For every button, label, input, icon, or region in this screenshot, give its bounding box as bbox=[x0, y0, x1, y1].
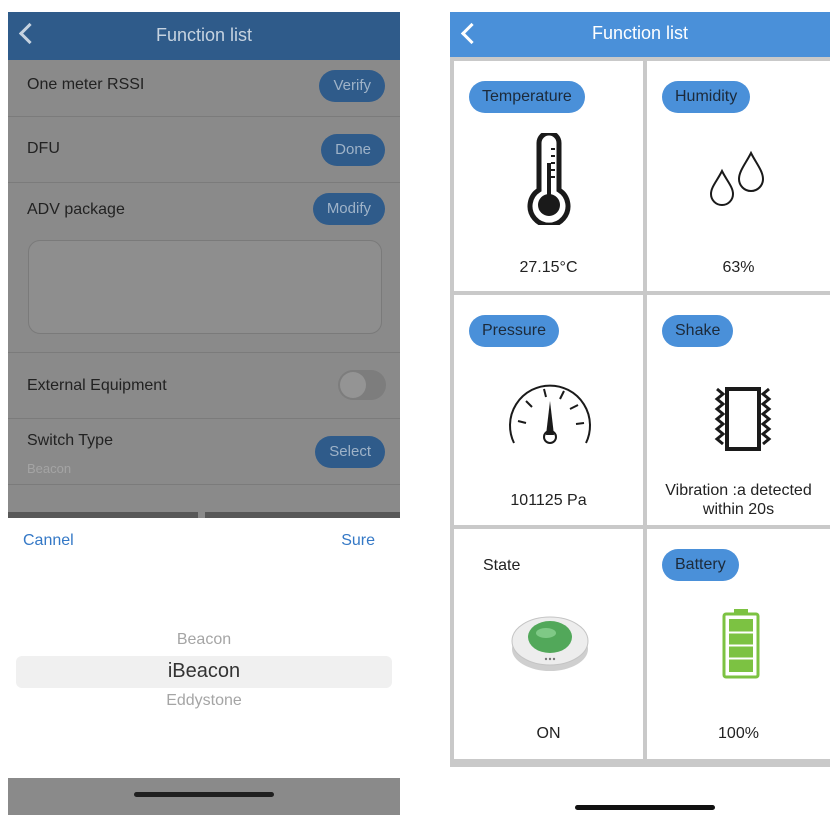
adv-package-textarea[interactable] bbox=[28, 240, 382, 334]
shake-cell[interactable]: Shake Vibration :a detected within 20s bbox=[647, 295, 830, 525]
state-cell[interactable]: State ON bbox=[454, 529, 643, 759]
temperature-value: 27.15°C bbox=[519, 259, 578, 276]
pressure-value: 101125 Pa bbox=[510, 492, 587, 509]
row-one-meter-rssi: One meter RSSI Verify bbox=[8, 60, 400, 117]
picker-option[interactable]: Beacon bbox=[8, 631, 400, 649]
page-title: Function list bbox=[591, 23, 689, 43]
temperature-cell[interactable]: Temperature 27.15°C bbox=[454, 61, 643, 291]
thermometer-icon bbox=[527, 133, 571, 225]
page-title: Function list bbox=[155, 25, 253, 45]
battery-full-icon bbox=[722, 609, 760, 679]
humidity-value: 63% bbox=[722, 259, 755, 276]
temperature-badge: Temperature bbox=[469, 81, 585, 113]
picker-option-selected[interactable]: iBeacon bbox=[8, 660, 400, 683]
humidity-cell[interactable]: Humidity 63% bbox=[647, 61, 830, 291]
home-bar-area bbox=[8, 778, 400, 815]
select-button[interactable]: Select bbox=[315, 436, 385, 468]
home-indicator[interactable] bbox=[134, 792, 274, 797]
battery-value: 100% bbox=[718, 725, 759, 742]
vibration-icon bbox=[714, 387, 772, 451]
pressure-cell[interactable]: Pressure 101125 Pa bbox=[454, 295, 643, 525]
row-label: Switch Type bbox=[27, 432, 113, 449]
state-label: State bbox=[483, 557, 521, 574]
external-equipment-toggle[interactable] bbox=[338, 370, 386, 400]
cancel-button[interactable]: Cannel bbox=[23, 532, 74, 550]
switch-type-picker[interactable]: Beacon iBeacon Eddystone bbox=[8, 568, 400, 768]
verify-button[interactable]: Verify bbox=[319, 70, 385, 102]
battery-badge: Battery bbox=[662, 549, 739, 581]
done-button[interactable]: Done bbox=[321, 134, 385, 166]
gauge-icon bbox=[509, 384, 591, 444]
row-label: ADV package bbox=[27, 201, 125, 218]
left-screen: Function list One meter RSSI Verify DFU … bbox=[8, 12, 400, 815]
shake-value: Vibration :a detected within 20s bbox=[665, 482, 812, 518]
water-drops-icon bbox=[709, 150, 765, 206]
battery-cell[interactable]: Battery 100% bbox=[647, 529, 830, 759]
confirm-button[interactable]: Sure bbox=[341, 532, 375, 550]
function-grid: Temperature 27.15°C Humidity 63% Pressur… bbox=[450, 57, 830, 767]
device-button-icon bbox=[511, 616, 589, 671]
row-dfu: DFU Done bbox=[8, 116, 400, 183]
row-label: One meter RSSI bbox=[27, 76, 145, 93]
pressure-badge: Pressure bbox=[469, 315, 560, 347]
row-switch-type: Switch Type Beacon Select bbox=[8, 418, 400, 485]
right-screen: Function list Temperature 27.15°C Humidi… bbox=[450, 12, 830, 815]
switch-type-value: Beacon bbox=[27, 461, 72, 476]
shake-badge: Shake bbox=[662, 315, 734, 347]
home-indicator[interactable] bbox=[575, 805, 715, 810]
right-nav-bar: Function list bbox=[450, 12, 830, 57]
row-label: External Equipment bbox=[27, 377, 167, 394]
state-value: ON bbox=[536, 725, 561, 742]
picker-toolbar: Cannel Sure bbox=[8, 518, 400, 568]
settings-list-dimmed: One meter RSSI Verify DFU Done ADV packa… bbox=[8, 60, 400, 520]
left-nav-bar: Function list bbox=[8, 12, 400, 60]
toggle-knob bbox=[340, 372, 366, 398]
modify-button[interactable]: Modify bbox=[312, 193, 385, 225]
picker-option[interactable]: Eddystone bbox=[8, 692, 400, 710]
row-label: DFU bbox=[27, 140, 60, 157]
humidity-badge: Humidity bbox=[662, 81, 751, 113]
